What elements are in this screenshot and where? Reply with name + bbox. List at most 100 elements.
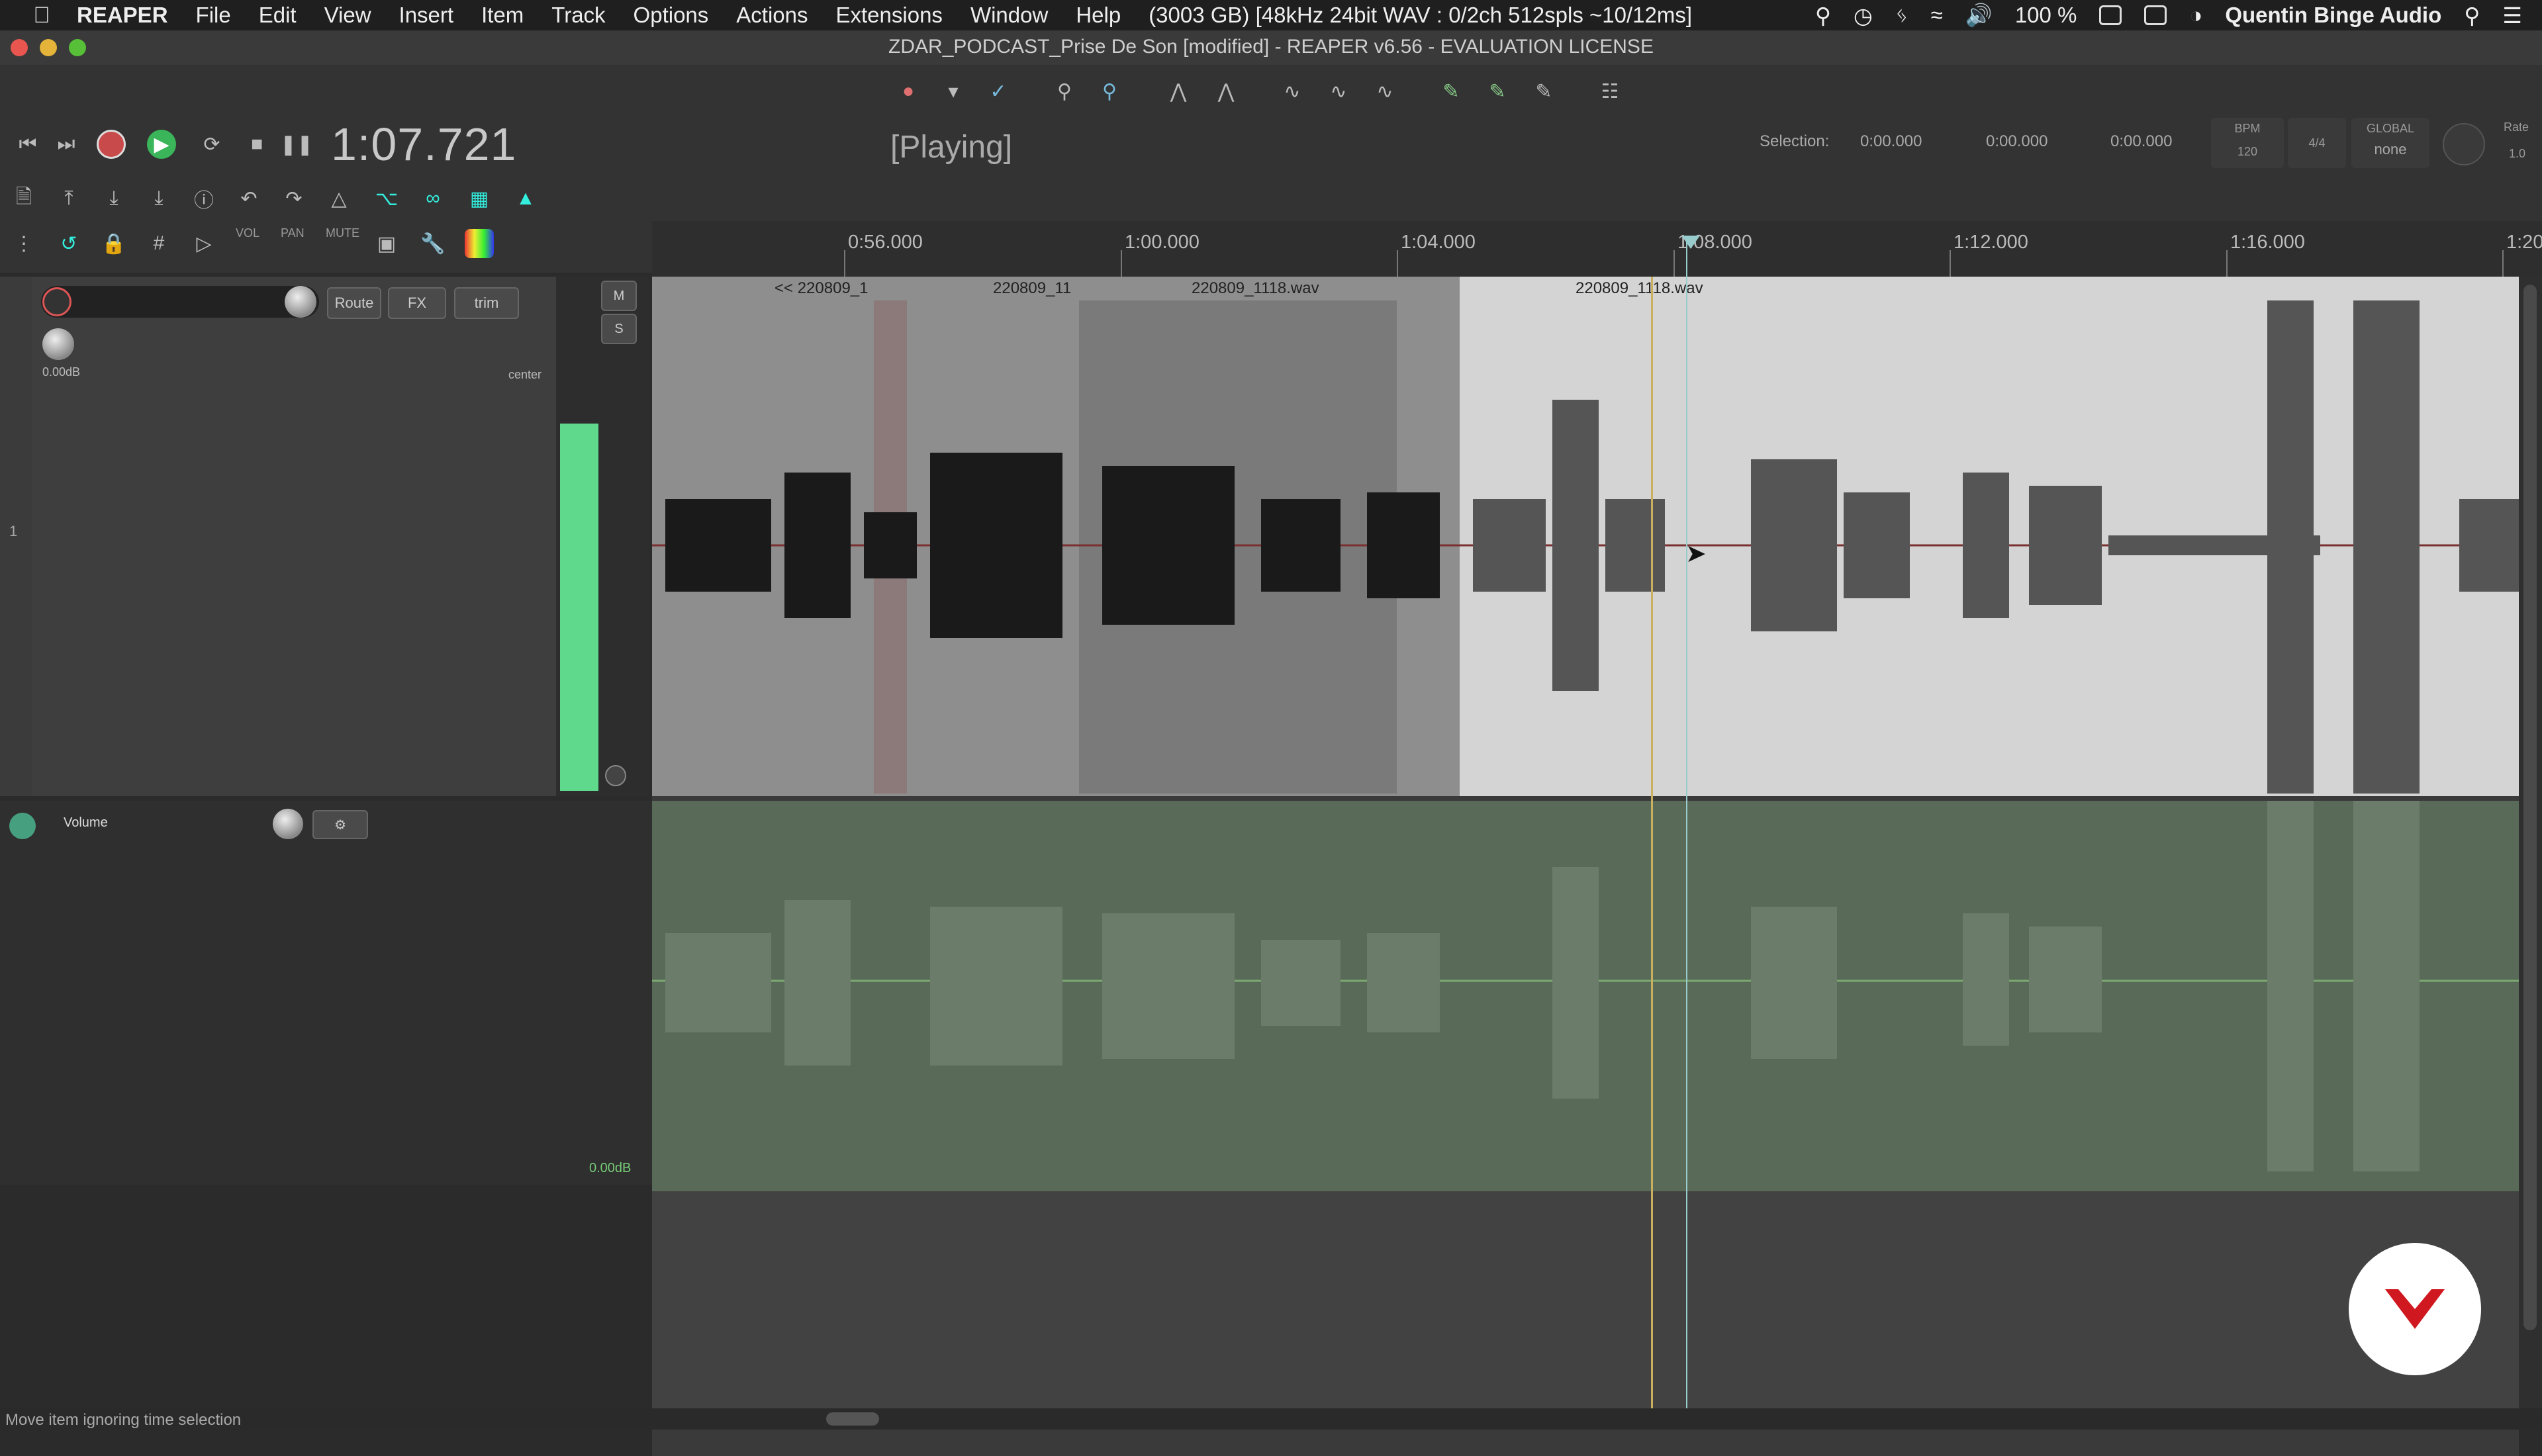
bpm-box[interactable]: BPM 120	[2211, 118, 2284, 168]
selection-length[interactable]: 0:00.000	[2110, 132, 2172, 151]
phase-icon[interactable]	[605, 765, 626, 786]
envelope-bypass-button[interactable]	[9, 813, 36, 839]
binoculars-icon[interactable]: ⚲	[1815, 3, 1831, 28]
airplay-icon[interactable]	[2144, 5, 2167, 25]
split-right-icon[interactable]: ⋀	[1211, 77, 1241, 106]
menu-file[interactable]: File	[196, 3, 231, 28]
solo-button[interactable]: S	[601, 314, 637, 344]
color-track-icon[interactable]: ✎	[1483, 77, 1512, 106]
global-box[interactable]: GLOBAL none	[2351, 118, 2429, 168]
metronome-tool-icon[interactable]: △	[324, 184, 353, 213]
track-1-header[interactable]	[0, 277, 557, 796]
info-icon[interactable]: ⓘ	[189, 184, 218, 213]
play-button[interactable]: ▶	[147, 130, 176, 159]
item-name[interactable]: 220809_11	[993, 279, 1071, 298]
menu-insert[interactable]: Insert	[399, 3, 454, 28]
color-item-icon[interactable]: ✎	[1436, 77, 1466, 106]
menu-status-info[interactable]: (3003 GB) [48kHz 24bit WAV : 0/2ch 512sp…	[1149, 3, 1692, 28]
color-picker-icon[interactable]	[465, 229, 494, 258]
lock-icon[interactable]: 🔒	[99, 229, 128, 258]
wifi-icon[interactable]: ≈	[1931, 3, 1943, 28]
loop-icon[interactable]: ⟳	[197, 130, 226, 159]
user-name[interactable]: Quentin Binge Audio	[2225, 3, 2441, 28]
horizontal-scroll-thumb[interactable]	[826, 1412, 879, 1426]
vertical-scroll-thumb[interactable]	[2523, 285, 2537, 1330]
volume-knob[interactable]	[285, 286, 316, 318]
redo-icon[interactable]: ↷	[279, 184, 308, 213]
snap-grid-icon[interactable]: #	[144, 229, 173, 258]
go-to-end-icon[interactable]: ⏭	[52, 130, 81, 159]
pan-env-label[interactable]: PAN	[281, 226, 305, 240]
apple-icon[interactable]: 	[26, 0, 57, 30]
selection-end[interactable]: 0:00.000	[1986, 132, 2048, 151]
link-icon[interactable]: ∞	[418, 184, 447, 213]
record-button[interactable]	[97, 130, 126, 159]
marker-icon[interactable]: ▷	[189, 229, 218, 258]
menu-options[interactable]: Options	[634, 3, 709, 28]
go-to-start-icon[interactable]: ⏮	[13, 130, 42, 159]
ripple-icon[interactable]: ⌥	[372, 184, 401, 213]
item-name[interactable]: 220809_1118.wav	[1576, 279, 1703, 298]
menu-track[interactable]: Track	[551, 3, 605, 28]
menu-app-reaper[interactable]: REAPER	[77, 3, 168, 28]
fx-button[interactable]: FX	[388, 287, 446, 319]
menu-edit[interactable]: Edit	[259, 3, 297, 28]
menu-window[interactable]: Window	[970, 3, 1048, 28]
wrench-icon[interactable]: 🔧	[418, 229, 447, 258]
pause-button[interactable]: ❚❚	[280, 130, 313, 159]
battery-percent[interactable]: 100 %	[2015, 3, 2077, 28]
menu-actions[interactable]: Actions	[736, 3, 808, 28]
empty-arrange-area[interactable]	[652, 1191, 2519, 1410]
item-name[interactable]: << 220809_1	[775, 279, 868, 298]
open-project-icon[interactable]: ⤒	[54, 184, 83, 213]
record-arm-button[interactable]	[42, 287, 71, 316]
stop-button[interactable]: ■	[242, 130, 271, 159]
selection-start[interactable]: 0:00.000	[1860, 132, 1922, 151]
menu-view[interactable]: View	[324, 3, 371, 28]
volume-icon[interactable]: 🔊	[1965, 3, 1993, 28]
spotlight-icon[interactable]: ⚲	[2464, 3, 2480, 28]
vol-env-label[interactable]: VOL	[236, 226, 259, 240]
rate-knob[interactable]	[2443, 123, 2485, 165]
track-name-field[interactable]	[41, 286, 319, 318]
menu-item[interactable]: Item	[481, 3, 524, 28]
timesig-box[interactable]: 4/4	[2288, 118, 2346, 168]
time-machine-icon[interactable]: ◷	[1854, 3, 1873, 28]
metronome-icon[interactable]: ▾	[939, 77, 968, 106]
control-center-icon[interactable]: ☰	[2502, 3, 2522, 28]
routing-icon[interactable]: ▲	[511, 184, 540, 213]
menu-extensions[interactable]: Extensions	[836, 3, 943, 28]
battery-icon[interactable]	[2099, 5, 2122, 25]
do-not-disturb-icon[interactable]: ◑	[2189, 3, 2202, 28]
mute-env-label[interactable]: MUTE	[326, 226, 359, 240]
layout-icon[interactable]: ☷	[1595, 77, 1624, 106]
pan-knob[interactable]	[42, 328, 74, 360]
mute-button[interactable]: M	[601, 281, 637, 311]
new-project-icon[interactable]: 🗎	[9, 184, 38, 213]
transport-time[interactable]: 1:07.721	[331, 118, 516, 171]
check-icon[interactable]: ✓	[984, 77, 1013, 106]
auto-crossfade-icon[interactable]: ↺	[54, 229, 83, 258]
undo-icon[interactable]: ↶	[234, 184, 263, 213]
item-name[interactable]: 220809_1118.wav	[1192, 279, 1319, 298]
wave-zoom-out-icon[interactable]: ∿	[1278, 77, 1307, 106]
envelope-knob[interactable]	[273, 809, 303, 839]
menu-help[interactable]: Help	[1076, 3, 1121, 28]
bluetooth-icon[interactable]: ᛃ	[1895, 3, 1908, 28]
grid-dots-icon[interactable]: ⋮	[9, 229, 38, 258]
timeline-ruler[interactable]: 0:56.000 1:00.000 1:04.000 1:08.000 1:12…	[652, 221, 2542, 277]
trim-button[interactable]: trim	[454, 287, 519, 319]
playhead-marker-icon[interactable]	[1681, 236, 1700, 249]
route-button[interactable]: Route	[327, 287, 381, 319]
pencil-icon[interactable]: ✎	[1529, 77, 1558, 106]
zoom-fit-icon[interactable]: ⚲	[1095, 77, 1124, 106]
wave-icon[interactable]: ∿	[1370, 77, 1399, 106]
zoom-icon[interactable]: ⚲	[1050, 77, 1079, 106]
render-icon[interactable]: ⤓	[144, 184, 173, 213]
save-project-icon[interactable]: ⤓	[99, 184, 128, 213]
wave-zoom-in-icon[interactable]: ∿	[1324, 77, 1353, 106]
split-icon[interactable]: ⋀	[1164, 77, 1193, 106]
record-arm-icon[interactable]: ●	[894, 77, 923, 106]
grid-icon[interactable]: ▦	[465, 184, 494, 213]
envelope-settings-button[interactable]: ⚙	[312, 810, 368, 839]
